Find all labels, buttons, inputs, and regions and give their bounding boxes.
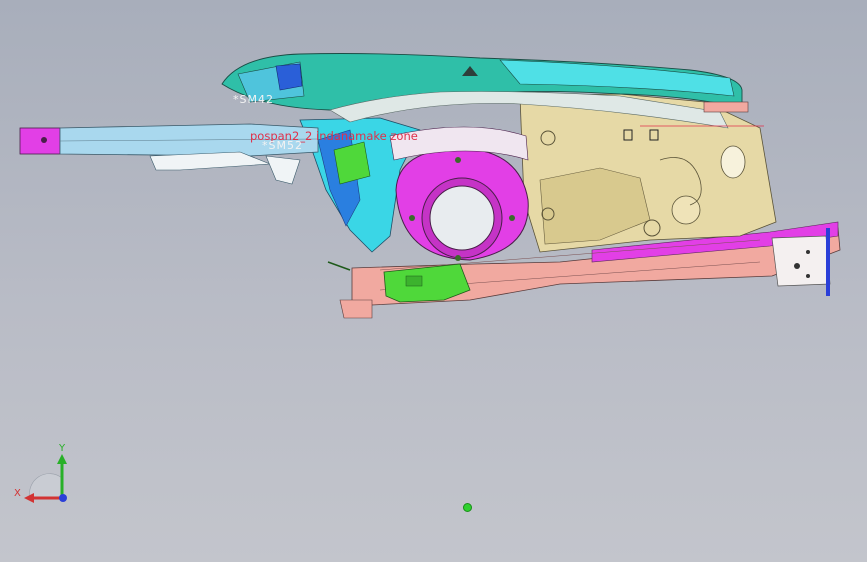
upper-hood-panel[interactable] — [221, 53, 764, 129]
axis-triad-icon — [24, 454, 67, 503]
annotation-label-sm3: *SM52 — [262, 139, 303, 152]
annotation-label-sm2: *SM42 — [233, 93, 274, 106]
origin-marker-icon[interactable] — [463, 503, 472, 512]
axis-x-label: X — [14, 488, 21, 499]
axis-y-label: Y — [59, 443, 66, 454]
vehicle-front-structure-model[interactable] — [0, 0, 867, 562]
cad-3d-viewport[interactable]: *SM42 pospan2_2 indanamake zone *SM52 X … — [0, 0, 867, 562]
strut-mount-housing[interactable] — [389, 126, 529, 261]
shock-tower-panel[interactable] — [519, 93, 777, 253]
